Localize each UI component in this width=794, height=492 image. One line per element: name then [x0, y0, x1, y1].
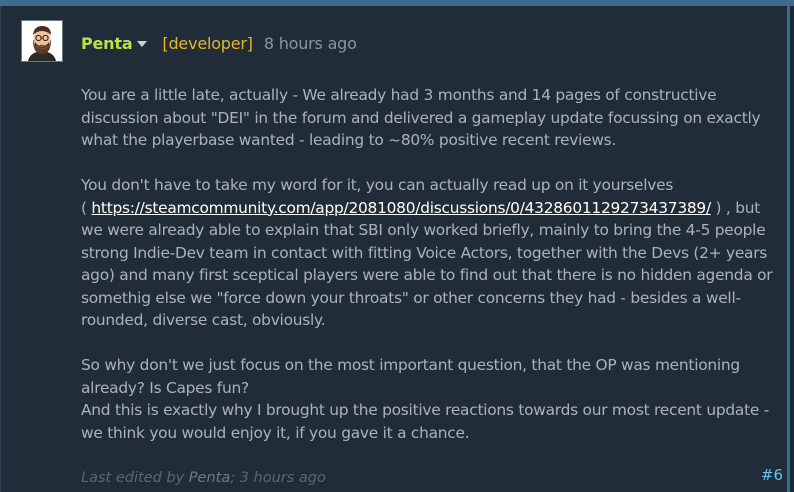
text-line: And this is exactly why I brought up the…: [81, 401, 770, 419]
avatar-portrait-icon: [22, 21, 62, 61]
discussion-link[interactable]: https://steamcommunity.com/app/2081080/d…: [91, 199, 711, 217]
text-line: You don't have to take my word for it, y…: [81, 176, 674, 194]
text-line: we were already able to explain that SBI…: [81, 221, 766, 239]
post-header: Penta [developer] 8 hours ago: [81, 32, 357, 54]
text-line: You are a little late, actually - We alr…: [81, 86, 717, 104]
role-badge: [developer]: [162, 33, 253, 53]
edit-note-prefix: Last edited by: [81, 470, 189, 486]
text-line: discussion about "DEI" in the forum and …: [81, 108, 761, 127]
paragraph-2: You don't have to take my word for it, y…: [81, 174, 781, 332]
paragraph-3: So why don't we just focus on the most i…: [81, 354, 781, 444]
forum-post: Penta [developer] 8 hours ago You are a …: [0, 6, 790, 492]
text-fragment: (: [81, 198, 92, 217]
edit-note-suffix: ; 3 hours ago: [230, 470, 326, 486]
text-line: ago) and many first sceptical players we…: [81, 266, 773, 284]
text-line: somethig else we "force down your throat…: [81, 288, 741, 307]
text-fragment: ) , but: [710, 198, 761, 217]
text-line: strong Indie-Dev team in contact with fi…: [81, 243, 768, 262]
post-timestamp: 8 hours ago: [263, 33, 357, 53]
author-name[interactable]: Penta: [81, 34, 133, 53]
post-body: You are a little late, actually - We alr…: [81, 84, 781, 467]
avatar[interactable]: [21, 20, 63, 62]
text-line: rounded, diverse cast, obviously.: [81, 311, 326, 329]
text-line: we think you would enjoy it, if you gave…: [81, 423, 470, 442]
text-line: So why don't we just focus on the most i…: [81, 356, 740, 374]
edit-note: Last edited by Penta; 3 hours ago: [81, 470, 326, 486]
text-line: what the playerbase wanted - leading to …: [81, 131, 617, 149]
post-number-link[interactable]: #6: [761, 466, 783, 484]
edit-note-editor[interactable]: Penta: [189, 470, 230, 486]
chevron-down-icon[interactable]: [137, 41, 148, 47]
paragraph-1: You are a little late, actually - We alr…: [81, 84, 781, 152]
text-line: already? Is Capes fun?: [81, 378, 249, 397]
